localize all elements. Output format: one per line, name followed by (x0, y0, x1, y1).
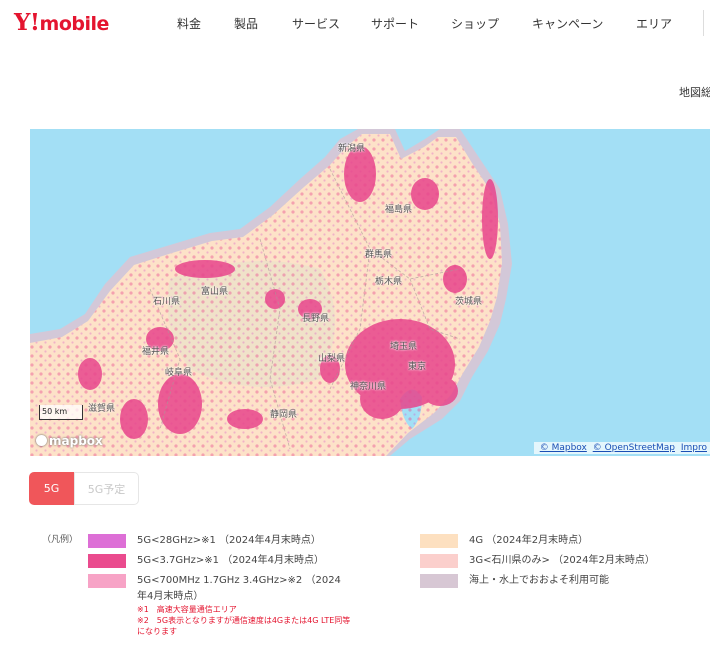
map-label-city: 群馬県 (365, 250, 393, 260)
map-label-city: 岐阜県 (165, 368, 193, 378)
map-label-city: 福島県 (385, 205, 413, 215)
legend-item-sea: 海上・水上でおおよそ利用可能 (420, 574, 609, 589)
legend-swatch (420, 534, 458, 548)
legend-label: 5G<28GHz>※1 （2024年4月末時点） (137, 535, 321, 546)
map-note-text: 地図総 (679, 86, 710, 99)
legend-swatch (420, 574, 458, 588)
map-label-city: 石川県 (153, 297, 181, 307)
mapbox-logo-icon (36, 435, 47, 446)
coverage-map[interactable]: 新潟県 福島県 富山県 石川県 長野県 福井県 群馬県 栃木県 茨城県 岐阜県 … (30, 129, 710, 456)
legend-item-5g-700mhz: 5G<700MHz 1.7GHz 3.4GHz>※2 （2024年4月末時点） (88, 574, 349, 605)
legend-label: 3G<石川県のみ> （2024年2月末時点） (469, 555, 655, 566)
legend-swatch (420, 554, 458, 568)
site-header: Y!mobile 料金 製品 サービス サポート ショップ キャンペーン エリア (0, 0, 710, 46)
legend-item-5g-37ghz: 5G<3.7GHz>※1 （2024年4月末時点） (88, 554, 324, 569)
ymobile-logo[interactable]: Y!mobile (14, 9, 109, 36)
legend-note-2: ※2 5G表示となりますが通信速度は4Gまたは4G LTE同等になります (137, 616, 351, 636)
legend-item-5g-28ghz: 5G<28GHz>※1 （2024年4月末時点） (88, 534, 321, 549)
map-canvas (30, 129, 512, 456)
nav-item-area[interactable]: エリア (636, 15, 672, 32)
coverage-tabs: 5G 5G予定 (29, 472, 139, 505)
nav-item-pricing[interactable]: 料金 (177, 15, 201, 32)
nav-item-products[interactable]: 製品 (234, 15, 258, 32)
header-divider (703, 10, 704, 36)
legend-label: 海上・水上でおおよそ利用可能 (469, 575, 609, 586)
map-label-city: 茨城県 (455, 297, 483, 307)
map-label-city: 栃木県 (375, 277, 403, 287)
legend-item-3g: 3G<石川県のみ> （2024年2月末時点） (420, 554, 655, 569)
attribution-mapbox-link[interactable]: © Mapbox (540, 443, 587, 453)
attribution-osm-link[interactable]: © OpenStreetMap (593, 443, 675, 453)
tab-5g-planned[interactable]: 5G予定 (74, 472, 139, 505)
legend-label: 5G<3.7GHz>※1 （2024年4月末時点） (137, 555, 325, 566)
legend-label: 4G （2024年2月末時点） (469, 535, 589, 546)
map-label-city: 静岡県 (270, 410, 298, 420)
legend-swatch (88, 574, 126, 588)
legend-heading: （凡例） (42, 535, 79, 545)
nav-item-services[interactable]: サービス (292, 15, 340, 32)
legend-swatch (88, 554, 126, 568)
map-label-city: 東京 (408, 362, 427, 372)
map-attribution: © Mapbox © OpenStreetMap Impro (533, 442, 710, 454)
map-label-city: 富山県 (201, 287, 229, 297)
map-label-city: 滋賀県 (88, 404, 116, 414)
map-scale-bar: 50 km (39, 405, 83, 420)
map-label-city: 長野県 (302, 314, 330, 324)
mapbox-logo[interactable]: mapbox (36, 434, 103, 448)
map-label-city: 神奈川県 (350, 382, 387, 392)
legend-swatch (88, 534, 126, 548)
map-label-city: 山梨県 (318, 354, 346, 364)
map-label-city: 新潟県 (338, 144, 366, 154)
nav-item-campaign[interactable]: キャンペーン (532, 15, 603, 32)
nav-item-shop[interactable]: ショップ (451, 15, 499, 32)
tab-5g[interactable]: 5G (29, 472, 74, 505)
attribution-improve-link[interactable]: Impro (681, 443, 707, 453)
legend-item-4g: 4G （2024年2月末時点） (420, 534, 588, 549)
nav-item-support[interactable]: サポート (371, 15, 419, 32)
map-label-city: 福井県 (142, 347, 170, 357)
legend-note-1: ※1 高速大容量通信エリア (137, 605, 237, 614)
map-label-city: 埼玉県 (390, 342, 418, 352)
legend-label: 5G<700MHz 1.7GHz 3.4GHz>※2 （2024年4月末時点） (137, 575, 341, 602)
